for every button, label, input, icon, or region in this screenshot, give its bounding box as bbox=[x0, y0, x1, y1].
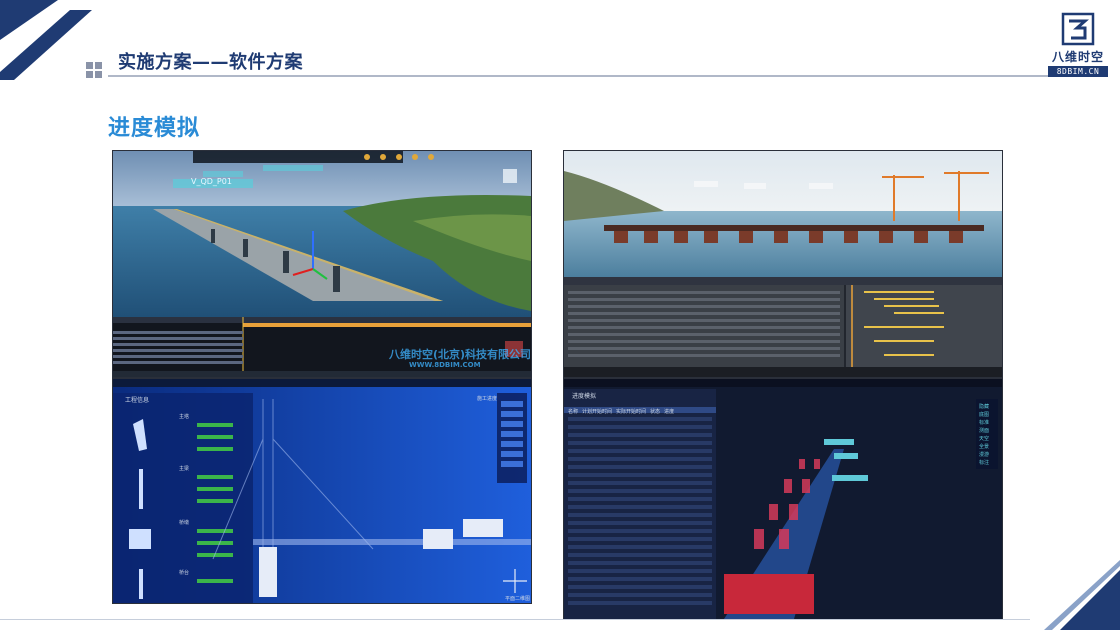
screenshot-bridge-scene: V_QD_P01 八维时空(北京)科技有限公司 WWW.8DBIM.COM bbox=[112, 150, 532, 378]
logo-name-cn: 八维时空 bbox=[1051, 50, 1104, 64]
corner-decoration-top-left bbox=[0, 0, 92, 80]
side-menu-item-annotate[interactable]: 标注 bbox=[979, 459, 997, 466]
progress-panel-title: 进度模拟 bbox=[572, 393, 597, 400]
table-header-name: 名称 bbox=[568, 409, 579, 415]
side-menu-item-hide[interactable]: 隐藏 bbox=[979, 403, 997, 410]
header-divider bbox=[108, 75, 1108, 77]
screenshot-progress-simulation: 进度模拟 名称 计划开始时间 实际开始时间 状态 进度 隐藏 底图 标准 测面 … bbox=[563, 378, 1003, 620]
table-header-row: 名称 计划开始时间 实际开始时间 状态 进度 bbox=[568, 408, 714, 415]
section-title: 进度模拟 bbox=[108, 116, 201, 141]
compass-label: 平面二维图 bbox=[505, 596, 531, 602]
watermark-url: WWW.8DBIM.COM bbox=[409, 361, 481, 369]
info-group-girder: 主梁 bbox=[179, 466, 190, 472]
company-logo: 八维时空 8DBIM.CN bbox=[1048, 12, 1108, 82]
camera-label-tag: V_QD_P01 bbox=[191, 177, 232, 186]
side-menu-item-standard[interactable]: 标准 bbox=[979, 419, 997, 426]
info-panel-title: 工程信息 bbox=[125, 397, 150, 404]
table-header-status: 状态 bbox=[650, 409, 661, 415]
side-menu-item-panorama[interactable]: 全景 bbox=[979, 443, 997, 450]
side-menu-item-basemap[interactable]: 底图 bbox=[979, 411, 997, 418]
info-group-abutment: 桥台 bbox=[179, 570, 190, 576]
watermark-company: 八维时空(北京)科技有限公司 bbox=[389, 348, 532, 361]
corner-decoration-bottom-right bbox=[1044, 560, 1120, 630]
screenshot-bridge-info-panel: 工程信息 主塔 主梁 桥墩 桥台 施工进度 平面二维图 bbox=[112, 378, 532, 604]
bridge-scene-render bbox=[113, 151, 531, 377]
side-menu-item-roam[interactable]: 漫游 bbox=[979, 451, 997, 458]
side-menu-item-measure[interactable]: 测面 bbox=[979, 427, 997, 434]
construction-scene-render bbox=[564, 151, 1002, 377]
info-group-tower: 主塔 bbox=[179, 414, 190, 420]
progress-menu-item[interactable]: 施工进度 bbox=[477, 395, 497, 402]
logo-name-en: 8DBIM.CN bbox=[1048, 66, 1108, 77]
table-header-actual-start: 实际开始时间 bbox=[616, 409, 647, 415]
screenshot-construction-gantt bbox=[563, 150, 1003, 378]
logo-mark-icon bbox=[1061, 12, 1095, 46]
table-header-plan-start: 计划开始时间 bbox=[582, 409, 613, 415]
side-menu-item-sky[interactable]: 天空 bbox=[979, 435, 997, 442]
header-decoration-squares bbox=[86, 62, 104, 80]
table-header-progress: 进度 bbox=[664, 409, 675, 415]
info-group-pier: 桥墩 bbox=[179, 520, 190, 526]
footer-divider bbox=[0, 619, 1030, 620]
bridge-blue-render bbox=[113, 379, 531, 603]
side-menu: 隐藏 底图 标准 测面 天空 全景 漫游 标注 bbox=[979, 403, 997, 466]
progress-scene-render bbox=[564, 379, 1002, 619]
header-title: 实施方案——软件方案 bbox=[118, 52, 303, 73]
